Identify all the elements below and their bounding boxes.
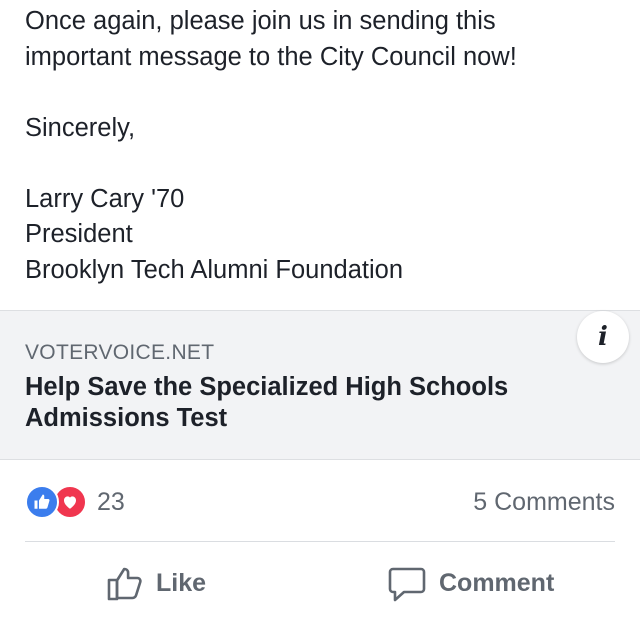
like-button-label: Like [156,568,207,597]
post-spacer [25,75,625,111]
divider [25,541,615,542]
comment-button-label: Comment [439,568,555,597]
reaction-count: 23 [97,487,125,516]
comment-button[interactable]: Comment [387,560,554,606]
like-button[interactable]: Like [106,560,206,606]
post-line: important message to the City Council no… [25,42,517,71]
like-reaction-icon [25,485,59,519]
comment-bubble-icon [387,563,427,603]
post-line: Larry Cary '70 [25,184,185,213]
post-line: Brooklyn Tech Alumni Foundation [25,255,404,284]
post-line: President [25,220,133,248]
post-line: Sincerely, [25,113,136,142]
post-spacer [25,146,625,182]
link-domain: VOTERVOICE.NET [25,341,215,364]
link-preview-card[interactable]: i VOTERVOICE.NET Help Save the Specializ… [0,310,640,460]
post-text: Once again, please join us in sending th… [25,4,625,288]
info-button[interactable]: i [577,311,629,363]
link-title[interactable]: Help Save the Specialized High Schools A… [25,372,585,434]
comments-count-link[interactable]: 5 Comments [473,488,615,517]
info-icon: i [598,322,608,352]
reactions-summary[interactable]: 23 [25,485,125,519]
post-line: Once again, please join us in sending th… [25,7,496,35]
thumbs-up-icon [106,564,144,602]
